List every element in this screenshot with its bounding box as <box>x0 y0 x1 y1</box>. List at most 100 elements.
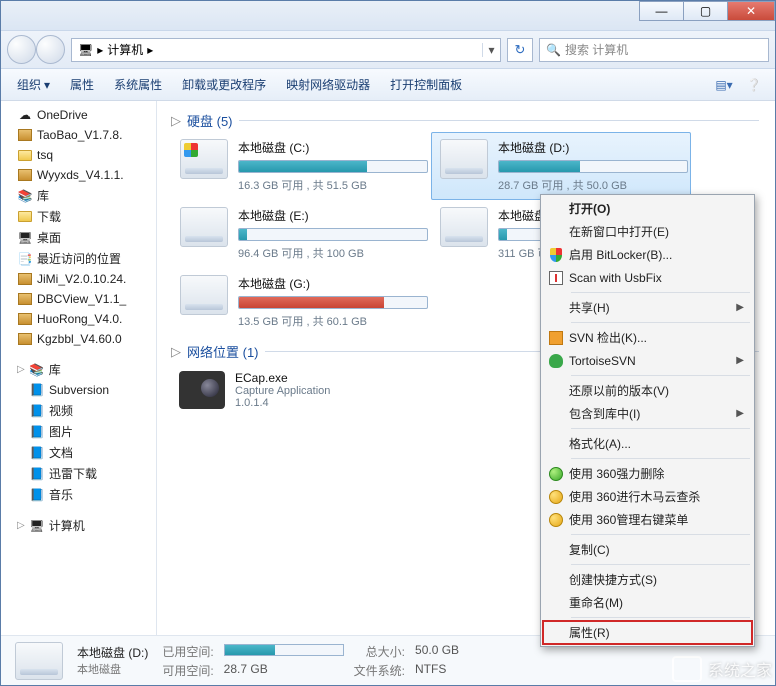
sidebar-lib-item[interactable]: 📘Subversion <box>3 380 156 400</box>
sidebar-item[interactable]: 📑最近访问的位置 <box>3 248 156 269</box>
sidebar-item[interactable]: DBCView_V1.1_ <box>3 289 156 309</box>
minimize-button[interactable]: — <box>639 1 684 21</box>
cloud-icon: ☁ <box>17 107 33 123</box>
sidebar-item-label: Wyyxds_V4.1.1. <box>37 168 124 182</box>
drive-item[interactable]: 本地磁盘 (C:)16.3 GB 可用 , 共 51.5 GB <box>171 132 431 200</box>
sidebar-lib-item[interactable]: 📘视频 <box>3 400 156 421</box>
context-item-label: Scan with UsbFix <box>569 271 744 285</box>
status-drive-icon <box>15 642 63 680</box>
network-item[interactable]: ECap.exe Capture Application 1.0.1.4 <box>171 363 431 417</box>
context-item[interactable]: 包含到库中(I)▶ <box>543 402 752 425</box>
context-item[interactable]: 使用 360进行木马云查杀 <box>543 485 752 508</box>
context-item-label: 共享(H) <box>569 299 736 316</box>
back-button[interactable] <box>7 35 36 64</box>
sidebar-item[interactable]: 下载 <box>3 206 156 227</box>
library-icon: 📚 <box>29 362 45 378</box>
breadcrumb: 计算机 <box>107 41 143 58</box>
context-item[interactable]: 创建快捷方式(S) <box>543 568 752 591</box>
drive-stat: 13.5 GB 可用 , 共 60.1 GB <box>238 313 428 329</box>
sidebar-item[interactable]: HuoRong_V4.0. <box>3 309 156 329</box>
context-item[interactable]: 使用 360强力删除 <box>543 462 752 485</box>
context-item[interactable]: 共享(H)▶ <box>543 296 752 319</box>
sidebar: ☁OneDrive TaoBao_V1.7.8.tsq Wyyxds_V4.1.1.… <box>1 101 157 635</box>
context-item[interactable]: 属性(R) <box>543 621 752 644</box>
sidebar-item[interactable]: 🖥桌面 <box>3 227 156 248</box>
sidebar-lib-item[interactable]: 📘迅雷下载 <box>3 463 156 484</box>
context-item[interactable]: 格式化(A)... <box>543 432 752 455</box>
context-item-label: 包含到库中(I) <box>569 405 736 422</box>
drive-icon <box>440 207 488 247</box>
drive-stat: 16.3 GB 可用 , 共 51.5 GB <box>238 177 428 193</box>
sidebar-item-label: 库 <box>37 187 49 204</box>
sidebar-lib-item[interactable]: 📘音乐 <box>3 484 156 505</box>
sidebar-item[interactable]: ☁OneDrive <box>3 105 156 125</box>
sidebar-item-label: 桌面 <box>37 229 61 246</box>
refresh-button[interactable]: ↻ <box>507 38 533 62</box>
sidebar-item-label: 下载 <box>37 208 61 225</box>
forward-button[interactable] <box>36 35 65 64</box>
netloc-desc: Capture Application <box>235 385 330 397</box>
close-button[interactable]: ✕ <box>727 1 775 21</box>
view-mode-button[interactable]: ▤▾ <box>711 73 737 97</box>
drive-item[interactable]: 本地磁盘 (D:) 28.7 GB 可用 , 共 50.0 GB <box>431 132 691 200</box>
context-item-label: 使用 360强力删除 <box>569 465 744 482</box>
context-item[interactable]: SVN 检出(K)... <box>543 326 752 349</box>
usb-icon <box>543 271 569 285</box>
mapdrive-btn[interactable]: 映射网络驱动器 <box>278 72 378 97</box>
sidebar-item[interactable]: Kgzbbl_V4.60.0 <box>3 329 156 349</box>
sysprops-btn[interactable]: 系统属性 <box>106 72 170 97</box>
sidebar-item-label: TaoBao_V1.7.8. <box>37 128 122 142</box>
netloc-name: ECap.exe <box>235 371 330 385</box>
drive-name: 本地磁盘 (G:) <box>238 275 428 292</box>
context-separator <box>571 428 750 429</box>
context-separator <box>571 458 750 459</box>
context-item[interactable]: 重命名(M) <box>543 591 752 614</box>
search-input[interactable]: 🔍 搜索 计算机 <box>539 38 769 62</box>
address-dropdown[interactable]: ▾ <box>482 43 500 57</box>
netloc-ver: 1.0.1.4 <box>235 397 330 409</box>
drives-group-header[interactable]: ▷硬盘 (5) <box>171 105 775 132</box>
nav-buttons <box>7 35 65 65</box>
desktop-icon: 🖥 <box>17 230 33 246</box>
context-item-label: 格式化(A)... <box>569 435 744 452</box>
controlpanel-btn[interactable]: 打开控制面板 <box>382 72 470 97</box>
drive-name: 本地磁盘 (E:) <box>238 207 428 224</box>
status-used-label: 已用空间: <box>162 643 213 660</box>
address-bar[interactable]: 🖥 ▸ 计算机 ▸ ▾ <box>71 38 501 62</box>
drive-name: 本地磁盘 (D:) <box>498 139 688 156</box>
maximize-button[interactable]: ▢ <box>683 1 728 21</box>
sidebar-lib-item[interactable]: 📘文档 <box>3 442 156 463</box>
context-item[interactable]: 启用 BitLocker(B)... <box>543 243 752 266</box>
organize-menu[interactable]: 组织 ▾ <box>9 72 58 97</box>
nav-row: 🖥 ▸ 计算机 ▸ ▾ ↻ 🔍 搜索 计算机 <box>1 31 775 69</box>
drive-item[interactable]: 本地磁盘 (G:) 13.5 GB 可用 , 共 60.1 GB <box>171 268 431 336</box>
sidebar-item[interactable]: 📚库 <box>3 185 156 206</box>
archive-icon <box>17 271 33 287</box>
archive-icon <box>17 331 33 347</box>
search-placeholder: 搜索 计算机 <box>565 41 628 58</box>
svn-icon <box>543 331 569 345</box>
drive-stat: 28.7 GB 可用 , 共 50.0 GB <box>498 177 688 193</box>
sidebar-lib-item[interactable]: 📘图片 <box>3 421 156 442</box>
context-item[interactable]: 打开(O) <box>543 197 752 220</box>
tortoise-icon <box>543 354 569 368</box>
drive-item[interactable]: 本地磁盘 (E:)96.4 GB 可用 , 共 100 GB <box>171 200 431 268</box>
status-fs-val: NTFS <box>415 662 459 679</box>
sidebar-item[interactable]: TaoBao_V1.7.8. <box>3 125 156 145</box>
folder-icon <box>17 209 33 225</box>
context-item[interactable]: 还原以前的版本(V) <box>543 379 752 402</box>
context-item[interactable]: 使用 360管理右键菜单 <box>543 508 752 531</box>
uninstall-btn[interactable]: 卸载或更改程序 <box>174 72 274 97</box>
context-item[interactable]: 在新窗口中打开(E) <box>543 220 752 243</box>
sidebar-item[interactable]: tsq <box>3 145 156 165</box>
sidebar-item[interactable]: JiMi_V2.0.10.24. <box>3 269 156 289</box>
context-item[interactable]: TortoiseSVN▶ <box>543 349 752 372</box>
context-item[interactable]: Scan with UsbFix <box>543 266 752 289</box>
sidebar-library-header[interactable]: ▷📚库 <box>3 359 156 380</box>
help-button[interactable]: ❔ <box>741 73 767 97</box>
properties-btn[interactable]: 属性 <box>62 72 102 97</box>
sidebar-item[interactable]: Wyyxds_V4.1.1. <box>3 165 156 185</box>
library-item-icon: 📘 <box>29 403 45 419</box>
context-item[interactable]: 复制(C) <box>543 538 752 561</box>
sidebar-computer[interactable]: ▷🖥计算机 <box>3 515 156 536</box>
